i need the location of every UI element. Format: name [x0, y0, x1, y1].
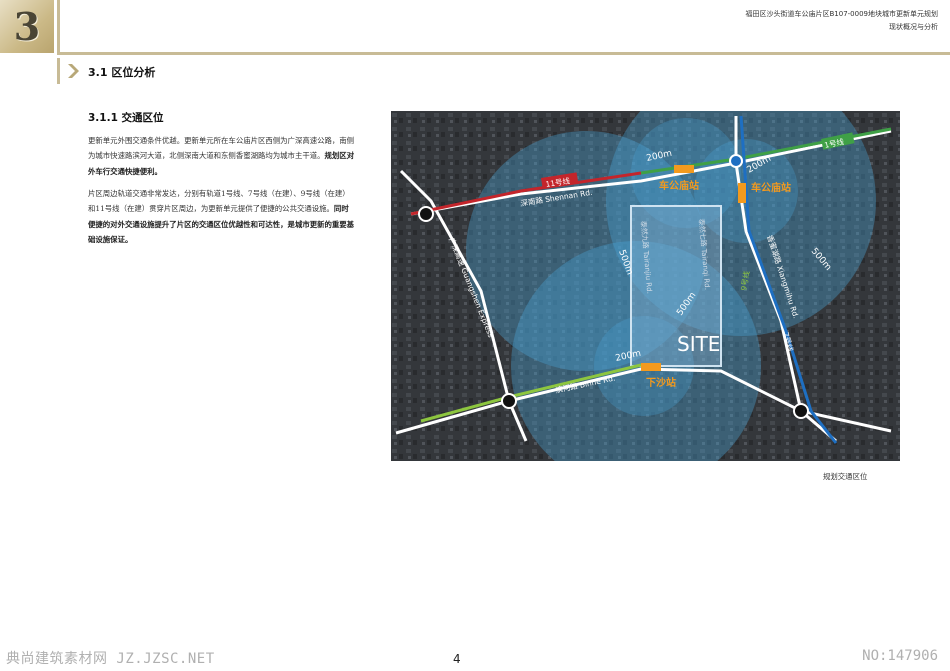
- interchange-southeast: [793, 403, 809, 419]
- section-subtitle: 现状概况与分析: [889, 23, 938, 31]
- station-marker-3: [641, 363, 661, 371]
- paragraph-2-text: 片区周边轨道交通非常发达，分别有轨道1号线、7号线（在建）、9号线（在建）和11…: [88, 189, 350, 214]
- section-bar: [57, 58, 60, 84]
- chevron-right-icon: [68, 64, 79, 78]
- site-label: SITE: [677, 332, 720, 356]
- station-label-1: 车公庙站: [659, 179, 699, 192]
- station-label-2: 车公庙站: [751, 181, 791, 194]
- chapter-badge: 3: [0, 0, 54, 53]
- section-title: 3.1 区位分析: [88, 66, 156, 79]
- paragraph-2: 片区周边轨道交通非常发达，分别有轨道1号线、7号线（在建）、9号线（在建）和11…: [88, 186, 356, 248]
- chapter-number: 3: [13, 4, 41, 49]
- header-rule: [57, 52, 950, 55]
- header-text: 福田区沙头街道车公庙片区B107-0009地块城市更新单元规划 现状概况与分析: [745, 8, 938, 34]
- paragraph-1-text: 更新单元外围交通条件优越。更新单元所在车公庙片区西侧为广深高速公路，南侧为城市快…: [88, 136, 355, 161]
- station-label-3: 下沙站: [646, 376, 676, 389]
- map-graphic: 车公庙站 车公庙站 下沙站 SITE 深南路 Shennan Rd. 广深高速 …: [391, 111, 900, 461]
- interchange-northeast: [729, 154, 743, 168]
- document-id: NO:147906: [862, 648, 938, 664]
- interchange-northwest: [418, 206, 434, 222]
- interchange-southwest: [501, 393, 517, 409]
- subsection-title: 3.1.1 交通区位: [88, 112, 164, 124]
- paragraph-1: 更新单元外围交通条件优越。更新单元所在车公庙片区西侧为广深高速公路，南侧为城市快…: [88, 133, 356, 179]
- page-number: 4: [453, 652, 461, 666]
- project-title: 福田区沙头街道车公庙片区B107-0009地块城市更新单元规划: [745, 10, 938, 18]
- header-divider: [57, 0, 60, 55]
- station-marker-2: [738, 183, 746, 203]
- traffic-location-map: 车公庙站 车公庙站 下沙站 SITE 深南路 Shennan Rd. 广深高速 …: [391, 111, 900, 461]
- watermark: 典尚建筑素材网 JZ.JZSC.NET: [6, 651, 215, 667]
- station-marker-1: [674, 165, 694, 173]
- map-caption: 规划交通区位: [823, 472, 868, 481]
